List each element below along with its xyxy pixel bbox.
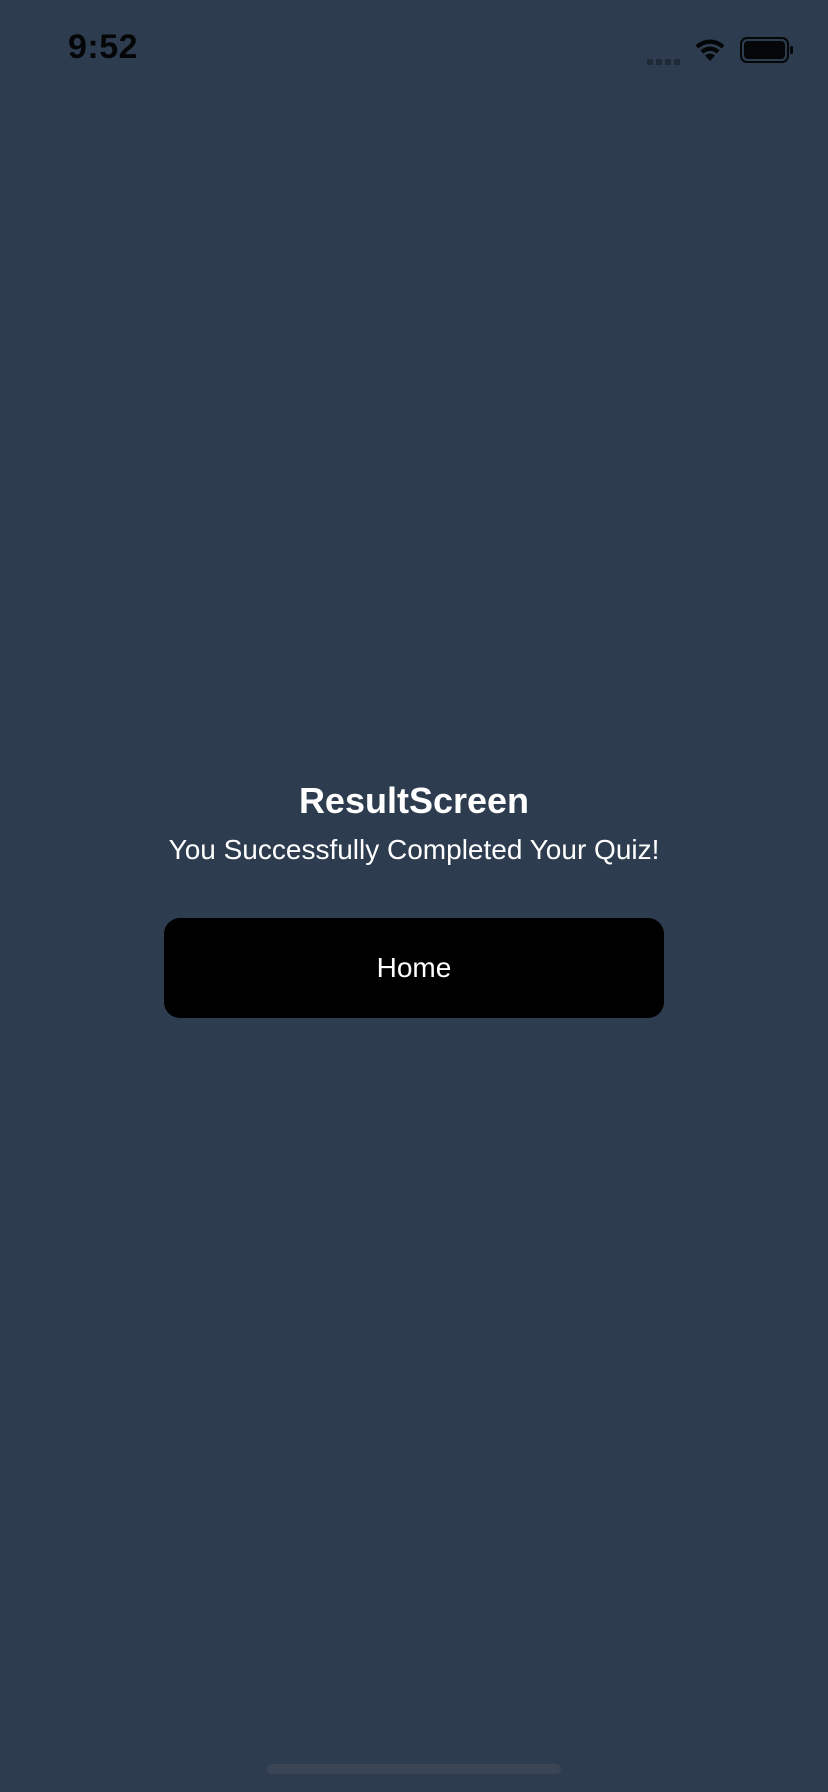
completion-message: You Successfully Completed Your Quiz! xyxy=(168,834,660,865)
signal-icon xyxy=(647,45,680,65)
result-screen: 9:52 ResultScreen You Successfully Compl… xyxy=(0,0,828,1792)
wifi-icon xyxy=(694,37,726,63)
status-time: 9:52 xyxy=(68,28,139,66)
page-title: ResultScreen xyxy=(298,780,530,821)
home-button[interactable]: Home xyxy=(164,918,664,1018)
battery-icon xyxy=(740,37,794,63)
status-icons xyxy=(647,34,794,66)
status-bar: 9:52 xyxy=(0,0,828,100)
home-indicator[interactable] xyxy=(267,1764,561,1774)
